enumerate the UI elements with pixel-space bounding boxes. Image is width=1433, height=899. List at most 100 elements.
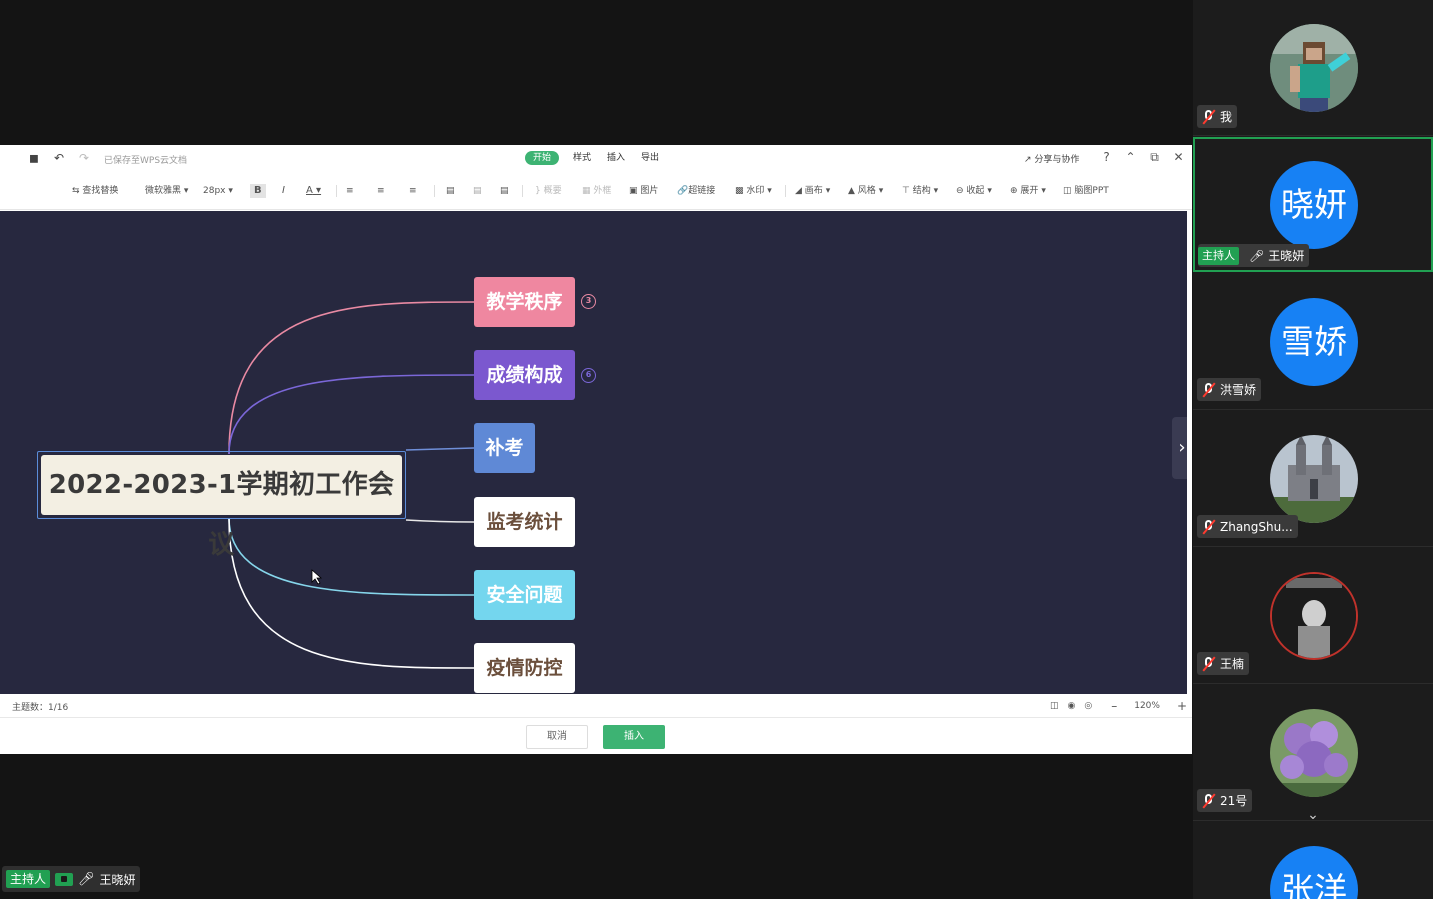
share-collaborate-button[interactable]: ↗ 分享与协作 — [1024, 152, 1079, 165]
font-size-value: 28px — [203, 186, 226, 196]
link-icon: 🔗 — [677, 186, 689, 196]
hyperlink-label: 超链接 — [688, 186, 716, 196]
dialog-footer: 取消 插入 — [0, 718, 1192, 754]
undo-icon[interactable]: ↶ — [52, 151, 66, 165]
connector-line — [228, 517, 475, 596]
editor-titlebar: ◼ ↶ ↷ 已保存至WPS云文档 开始 样式 插入 导出 ↗ 分享与协作 ? ⌃… — [0, 145, 1192, 172]
font-color-button[interactable]: A ▾ — [306, 184, 321, 198]
style-button[interactable]: ▲ 风格 ▾ — [848, 184, 883, 198]
side-panel-toggle[interactable]: › — [1172, 417, 1187, 479]
mindmap-ppt-button[interactable]: ◫ 脑图PPT — [1063, 184, 1109, 198]
paint-bucket-icon: ◢ — [795, 186, 802, 196]
restore-window-icon[interactable]: ⧉ — [1148, 150, 1161, 164]
insert-button[interactable]: 插入 — [603, 725, 665, 749]
chevron-down-icon: ▾ — [316, 185, 322, 196]
root-topic[interactable]: 2022-2023-1学期初工作会议 — [37, 451, 406, 560]
connector-line — [405, 519, 475, 523]
avatar — [1270, 709, 1358, 797]
participant-tile[interactable]: 张洋 — [1193, 822, 1433, 899]
zoom-out-button[interactable]: – — [1111, 699, 1117, 713]
font-family-select[interactable]: 微软雅黑 ▾ — [145, 184, 188, 198]
topic-grade-composition[interactable]: 成绩构成 — [474, 350, 575, 400]
align-center-icon[interactable]: ≡ — [377, 184, 385, 198]
microphone-icon: 🎤︎ — [1249, 248, 1265, 263]
participant-tile[interactable]: 王楠 — [1193, 548, 1433, 684]
participant-tile[interactable]: 雪娇 洪雪娇 — [1193, 274, 1433, 410]
topic-proctor-statistics[interactable]: 监考统计 — [474, 497, 575, 547]
avatar: 雪娇 — [1270, 298, 1358, 386]
close-icon[interactable]: ✕ — [1172, 150, 1185, 164]
tab-style[interactable]: 样式 — [571, 151, 593, 165]
participant-label: ZhangShu... — [1197, 515, 1298, 538]
mindmap-canvas[interactable]: 2022-2023-1学期初工作会议 教学秩序 3 成绩构成 6 补考 监考统计… — [0, 211, 1187, 694]
insert-parent-icon[interactable]: ▤ — [500, 184, 509, 198]
participant-label: 我 — [1197, 105, 1238, 128]
avatar-image — [1272, 574, 1356, 658]
summary-button[interactable]: } 概要 — [535, 184, 562, 198]
watermark-label: 水印 — [746, 186, 765, 196]
watermark-button[interactable]: ▩ 水印 ▾ — [735, 184, 772, 198]
mouse-cursor-icon — [311, 569, 323, 585]
root-topic-text: 2022-2023-1学期初工作会议 — [41, 455, 402, 560]
bold-button[interactable]: B — [250, 184, 266, 198]
expand-button[interactable]: ⊕ 展开 ▾ — [1010, 184, 1046, 198]
share-label: 分享与协作 — [1034, 155, 1080, 165]
help-icon[interactable]: ? — [1100, 150, 1113, 164]
collapse-button[interactable]: ⊖ 收起 ▾ — [956, 184, 992, 198]
expand-label: 展开 — [1020, 186, 1039, 196]
screen-share-icon — [55, 872, 74, 886]
chevron-down-icon: ▾ — [825, 186, 831, 196]
speaker-name: 王晓妍 — [99, 872, 136, 887]
image-label: 图片 — [640, 186, 659, 196]
topic-teaching-order[interactable]: 教学秩序 — [474, 277, 575, 327]
zoom-in-button[interactable]: + — [1177, 699, 1187, 713]
insert-child-icon[interactable]: ▤ — [446, 184, 455, 198]
align-right-icon[interactable]: ≡ — [409, 184, 417, 198]
topic-count-badge[interactable]: 6 — [581, 368, 596, 383]
eye-icon[interactable]: ◉ — [1068, 701, 1076, 711]
chevron-down-icon: ▾ — [1041, 186, 1046, 196]
find-replace-button[interactable]: ⇆ 查找替换 — [72, 184, 118, 198]
tab-start[interactable]: 开始 — [525, 151, 560, 165]
topic-count-badge[interactable]: 3 — [581, 294, 596, 309]
microphone-icon: 🎤︎ — [78, 871, 95, 887]
frame-button[interactable]: ▦ 外框 — [582, 184, 611, 198]
hyperlink-button[interactable]: 🔗超链接 — [677, 184, 715, 198]
style-label: 风格 — [857, 186, 876, 196]
align-left-icon[interactable]: ≡ — [346, 184, 354, 198]
topic-epidemic-prevention[interactable]: 疫情防控 — [474, 643, 575, 693]
ppt-icon: ◫ — [1063, 186, 1072, 196]
image-button[interactable]: ▣ 图片 — [629, 184, 658, 198]
structure-label: 结构 — [912, 186, 931, 196]
format-painter-icon[interactable]: ◼ — [27, 151, 41, 165]
tab-insert[interactable]: 插入 — [605, 151, 627, 165]
participant-name: ZhangShu... — [1220, 519, 1293, 534]
mic-muted-icon — [1202, 518, 1216, 535]
toolbar-divider — [522, 185, 523, 197]
participant-tile[interactable]: 21号 — [1193, 685, 1433, 821]
avatar-image — [1270, 709, 1358, 797]
cancel-button[interactable]: 取消 — [526, 725, 588, 749]
avatar — [1270, 24, 1358, 112]
window-controls: ? ⌃ ⧉ ✕ — [1100, 150, 1185, 164]
font-size-select[interactable]: 28px ▾ — [203, 184, 233, 198]
tab-export[interactable]: 导出 — [639, 151, 661, 165]
chevron-up-icon[interactable]: ⌃ — [1124, 150, 1137, 164]
participant-tile[interactable]: 我 — [1193, 0, 1433, 136]
meeting-screen: ◼ ↶ ↷ 已保存至WPS云文档 开始 样式 插入 导出 ↗ 分享与协作 ? ⌃… — [0, 0, 1433, 899]
locate-icon[interactable]: ◎ — [1084, 701, 1092, 711]
insert-sibling-icon[interactable]: ▤ — [473, 184, 482, 198]
topic-safety-issues[interactable]: 安全问题 — [474, 570, 575, 620]
mic-muted-icon — [1202, 792, 1216, 809]
redo-icon[interactable]: ↷ — [77, 151, 91, 165]
topic-makeup-exam[interactable]: 补考 — [474, 423, 535, 473]
structure-button[interactable]: ⊤ 结构 ▾ — [902, 184, 938, 198]
active-speaker-bar: 主持人 🎤︎ 王晓妍 — [2, 866, 140, 892]
canvas-button[interactable]: ◢ 画布 ▾ — [795, 184, 830, 198]
mic-muted-icon — [1202, 108, 1216, 125]
scroll-down-button[interactable]: ⌄ — [1281, 808, 1345, 822]
participant-tile[interactable]: 晓妍 主持人 🎤︎ 王晓妍 — [1193, 137, 1433, 272]
fit-view-icon[interactable]: ◫ — [1050, 701, 1059, 711]
participant-tile[interactable]: ZhangShu... — [1193, 411, 1433, 547]
italic-button[interactable]: I — [282, 184, 285, 198]
